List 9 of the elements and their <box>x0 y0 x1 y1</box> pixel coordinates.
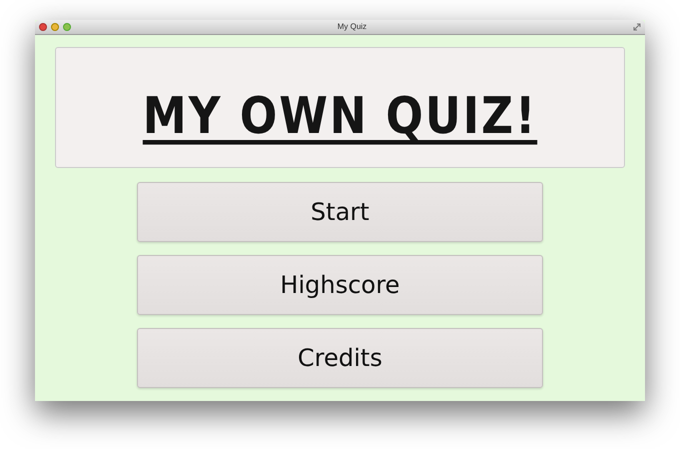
menu-button[interactable]: Credits <box>137 328 543 388</box>
minimize-button[interactable] <box>51 23 59 31</box>
window-title: My Quiz <box>336 23 368 31</box>
fullscreen-icon[interactable] <box>633 23 641 31</box>
zoom-button[interactable] <box>63 23 71 31</box>
menu-button[interactable]: Highscore <box>137 255 543 315</box>
quiz-logo: MY OWN QUIZ! <box>142 86 538 148</box>
menu-button[interactable]: Start <box>137 182 543 242</box>
close-button[interactable] <box>39 23 47 31</box>
